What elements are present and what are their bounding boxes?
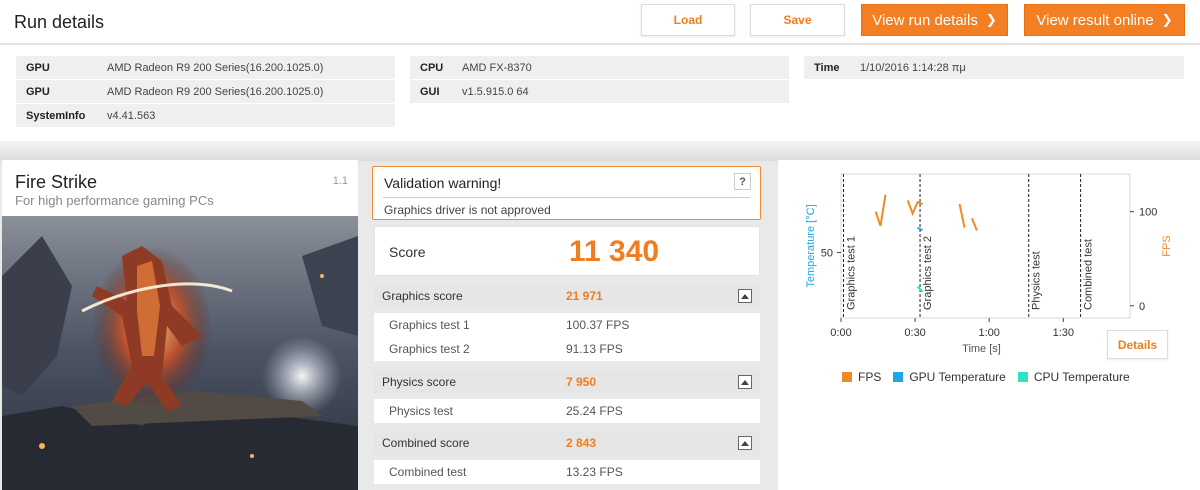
header-bar: Run details Load Save View run details ❯… bbox=[0, 0, 1200, 44]
warning-message: Graphics driver is not approved bbox=[384, 203, 551, 217]
legend-item: FPS bbox=[842, 370, 881, 384]
chevron-right-icon: ❯ bbox=[1161, 12, 1173, 27]
info-row-systeminfo: SystemInfo v4.41.563 bbox=[16, 104, 395, 127]
details-button[interactable]: Details bbox=[1107, 330, 1168, 359]
info-value: AMD FX-8370 bbox=[462, 61, 532, 74]
monitoring-chart-card: 0:00 0:30 1:00 1:30 Time [s] 50 0 100 Temperatur… bbox=[778, 160, 1200, 490]
legend-swatch bbox=[1017, 372, 1028, 382]
chevron-right-icon: ❯ bbox=[985, 12, 997, 27]
warning-title: Validation warning! bbox=[384, 175, 502, 191]
row-label: Combined test bbox=[389, 465, 467, 479]
validation-warning: Validation warning! ? Graphics driver is… bbox=[372, 166, 761, 220]
info-label: GPU bbox=[26, 85, 50, 98]
segment-label: Combined test bbox=[1083, 239, 1095, 310]
segment-label: Physics test bbox=[1031, 251, 1043, 310]
info-value: 1/10/2016 1:14:28 πμ bbox=[860, 61, 966, 74]
benchmark-artwork bbox=[2, 216, 358, 490]
series-line-fps bbox=[874, 194, 887, 227]
row-value: 2 843 bbox=[566, 436, 597, 450]
legend-label: CPU Temperature bbox=[1033, 370, 1130, 384]
x-tick-label: 0:00 bbox=[830, 327, 851, 339]
score-label: Score bbox=[389, 244, 426, 260]
x-axis-label: Time [s] bbox=[962, 343, 1001, 355]
score-box: Score 11 340 bbox=[374, 226, 760, 276]
help-button[interactable]: ? bbox=[734, 173, 751, 190]
view-result-online-label: View result online bbox=[1036, 11, 1154, 29]
view-run-details-button[interactable]: View run details ❯ bbox=[861, 4, 1008, 36]
row-label: Graphics test 1 bbox=[389, 318, 470, 332]
x-tick-label: 1:00 bbox=[978, 327, 999, 339]
row-value: 91.13 FPS bbox=[566, 342, 623, 356]
info-value: AMD Radeon R9 200 Series(16.200.1025.0) bbox=[107, 85, 324, 98]
row-value: 13.23 FPS bbox=[566, 465, 623, 479]
series-line-fps bbox=[958, 203, 966, 228]
graphics-test-1-row: Graphics test 1 100.37 FPS bbox=[374, 313, 760, 337]
segment-label: Graphics test 2 bbox=[922, 236, 934, 310]
chart-legend: FPS GPU Temperature CPU Temperature bbox=[842, 370, 1142, 384]
row-value: 25.24 FPS bbox=[566, 404, 623, 418]
info-value: AMD Radeon R9 200 Series(16.200.1025.0) bbox=[107, 61, 324, 74]
load-button[interactable]: Load bbox=[641, 4, 735, 36]
benchmark-title: Fire Strike bbox=[15, 172, 98, 192]
y-right-axis-label: FPS bbox=[1161, 235, 1173, 256]
row-label: Physics score bbox=[382, 375, 457, 389]
series-line-gpu-temperature bbox=[917, 226, 923, 232]
combined-test-row: Combined test 13.23 FPS bbox=[374, 460, 760, 484]
info-value: v1.5.915.0 64 bbox=[462, 85, 529, 98]
panel-divider bbox=[0, 141, 1200, 161]
row-label: Graphics test 2 bbox=[389, 342, 470, 356]
info-label: Time bbox=[814, 61, 840, 74]
physics-score-row[interactable]: Physics score 7 950 bbox=[374, 370, 760, 394]
warning-divider bbox=[383, 197, 750, 198]
row-value: 100.37 FPS bbox=[566, 318, 630, 332]
y-right-tick-label: 100 bbox=[1139, 207, 1157, 219]
view-result-online-button[interactable]: View result online ❯ bbox=[1024, 4, 1185, 36]
row-value: 7 950 bbox=[566, 375, 597, 389]
legend-swatch bbox=[893, 372, 904, 382]
benchmark-card: Fire Strike For high performance gaming … bbox=[2, 160, 358, 490]
segment-label: Graphics test 1 bbox=[845, 236, 857, 310]
row-label: Graphics score bbox=[382, 289, 463, 303]
legend-label: GPU Temperature bbox=[909, 370, 1006, 384]
save-button[interactable]: Save bbox=[750, 4, 845, 36]
y-right-tick-label: 0 bbox=[1139, 301, 1145, 313]
graphics-score-row[interactable]: Graphics score 21 971 bbox=[374, 284, 760, 308]
row-label: Combined score bbox=[382, 436, 470, 450]
info-label: GUI bbox=[420, 85, 440, 98]
info-label: SystemInfo bbox=[26, 109, 86, 122]
collapse-icon[interactable] bbox=[738, 289, 752, 303]
info-label: CPU bbox=[420, 61, 444, 74]
info-row-time: Time 1/10/2016 1:14:28 πμ bbox=[804, 56, 1184, 79]
info-row-cpu: CPU AMD FX-8370 bbox=[410, 56, 789, 79]
info-row-gui: GUI v1.5.915.0 64 bbox=[410, 80, 789, 103]
graphics-test-2-row: Graphics test 2 91.13 FPS bbox=[374, 337, 760, 361]
legend-swatch bbox=[842, 372, 852, 382]
collapse-icon[interactable] bbox=[738, 436, 752, 450]
benchmark-version: 1.1 bbox=[332, 175, 348, 187]
row-label: Physics test bbox=[389, 404, 454, 418]
view-run-details-label: View run details bbox=[872, 11, 978, 29]
legend-item: GPU Temperature bbox=[893, 370, 1006, 384]
score-value: 11 340 bbox=[569, 235, 660, 268]
y-left-axis-label: Temperature [°C] bbox=[805, 204, 817, 287]
row-value: 21 971 bbox=[566, 289, 603, 303]
x-tick-label: 0:30 bbox=[904, 327, 925, 339]
combined-score-row[interactable]: Combined score 2 843 bbox=[374, 431, 760, 455]
info-row-gpu-1: GPU AMD Radeon R9 200 Series(16.200.1025… bbox=[16, 56, 395, 79]
system-info-panel: GPU AMD Radeon R9 200 Series(16.200.1025… bbox=[0, 45, 1200, 141]
info-value: v4.41.563 bbox=[107, 109, 156, 122]
info-label: GPU bbox=[26, 61, 50, 74]
legend-item: CPU Temperature bbox=[1017, 370, 1130, 384]
info-row-gpu-2: GPU AMD Radeon R9 200 Series(16.200.1025… bbox=[16, 80, 395, 103]
collapse-icon[interactable] bbox=[738, 375, 752, 389]
score-breakdown: Graphics score 21 971 Graphics test 1 10… bbox=[374, 282, 760, 490]
y-left-tick-label: 50 bbox=[821, 248, 833, 260]
benchmark-subtitle: For high performance gaming PCs bbox=[15, 193, 214, 208]
series-line-fps bbox=[970, 217, 978, 231]
page-title: Run details bbox=[14, 12, 105, 32]
physics-test-row: Physics test 25.24 FPS bbox=[374, 399, 760, 423]
legend-label: FPS bbox=[858, 370, 882, 384]
x-tick-label: 1:30 bbox=[1053, 327, 1074, 339]
